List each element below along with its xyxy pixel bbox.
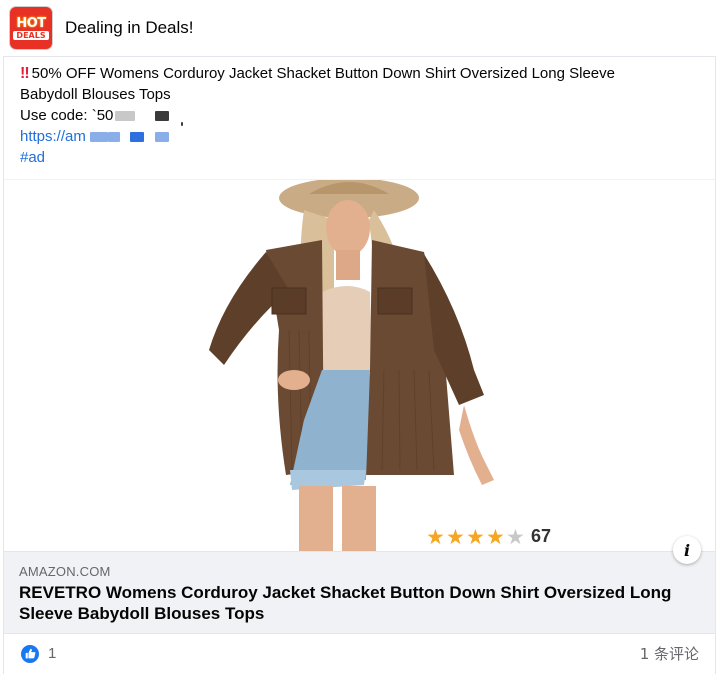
- redacted-block: [154, 132, 169, 143]
- redacted-block: [130, 132, 145, 143]
- logo-hot-text: HOT: [16, 15, 46, 31]
- info-icon[interactable]: i: [673, 536, 701, 564]
- post-code-line: Use code: `50: [20, 105, 715, 126]
- neck: [336, 250, 360, 280]
- link-preview[interactable]: i AMAZON.COM REVETRO Womens Corduroy Jac…: [4, 536, 715, 634]
- post-line-1: ‼ 50% OFF Womens Corduroy Jacket Shacket …: [20, 63, 715, 84]
- post-footer: 1 1 条评论: [4, 632, 715, 674]
- double-exclamation-icon: ‼: [20, 65, 30, 82]
- logo-deals-text: DEALS: [13, 30, 49, 40]
- link-title[interactable]: REVETRO Womens Corduroy Jacket Shacket B…: [19, 582, 685, 624]
- left-hand: [278, 370, 310, 390]
- star-icon: ★: [486, 525, 505, 549]
- right-pocket: [377, 287, 413, 315]
- redacted-block: [180, 122, 183, 126]
- right-hand: [459, 405, 494, 485]
- star-icon: ★: [426, 525, 445, 549]
- left-pocket: [271, 287, 307, 315]
- right-leg: [342, 486, 376, 552]
- like-reaction-icon[interactable]: [21, 644, 39, 663]
- redacted-block: [114, 111, 135, 122]
- left-leg: [299, 486, 333, 552]
- post-link[interactable]: https://am: [20, 128, 86, 145]
- link-domain: AMAZON.COM: [19, 564, 111, 579]
- star-icon: ★: [446, 525, 465, 549]
- post-line-2: Babydoll Blouses Tops: [20, 86, 171, 103]
- star-icon: ★: [466, 525, 485, 549]
- redacted-block: [90, 132, 109, 143]
- post-card: HOT DEALS Dealing in Deals! ‼ 50% OFF Wom…: [0, 0, 716, 674]
- post-code-label: Use code: `50: [20, 107, 114, 124]
- post-text: ‼ 50% OFF Womens Corduroy Jacket Shacket …: [4, 57, 715, 168]
- redacted-block: [154, 111, 169, 122]
- post-headline: 50% OFF Womens Corduroy Jacket Shacket B…: [31, 65, 615, 82]
- review-count: 67: [531, 526, 551, 546]
- redacted-block: [108, 132, 121, 143]
- post-link-line[interactable]: https://am: [20, 126, 715, 147]
- hashtag-link[interactable]: #ad: [20, 149, 45, 166]
- face: [326, 200, 370, 256]
- product-photo: ★ ★ ★ ★ ★ 67: [209, 178, 551, 552]
- comment-count[interactable]: 1 条评论: [640, 643, 699, 664]
- thumbs-up-icon: [25, 648, 35, 659]
- star-icon: ★: [506, 525, 525, 549]
- post-header: HOT DEALS Dealing in Deals!: [0, 0, 716, 56]
- like-count[interactable]: 1: [48, 645, 56, 662]
- post-hashtag-line: #ad: [20, 147, 715, 168]
- page-name[interactable]: Dealing in Deals!: [65, 18, 194, 38]
- top-shirt: [322, 286, 372, 370]
- post-body: ‼ 50% OFF Womens Corduroy Jacket Shacket …: [3, 56, 716, 674]
- page-avatar[interactable]: HOT DEALS: [10, 7, 52, 49]
- rating-stars: ★ ★ ★ ★ ★ 67: [426, 525, 551, 549]
- product-image[interactable]: ★ ★ ★ ★ ★ 67: [4, 178, 715, 552]
